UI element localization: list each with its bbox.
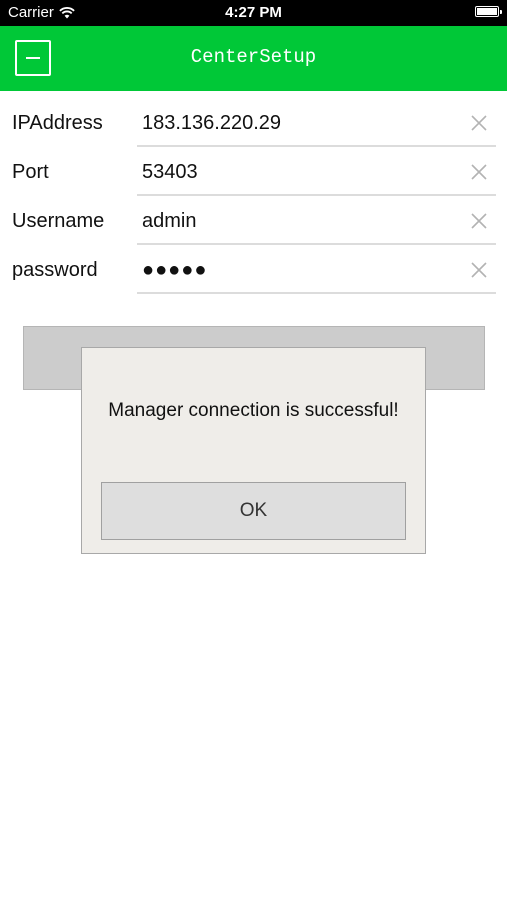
clear-port-icon[interactable] xyxy=(469,162,489,182)
username-label: Username xyxy=(12,210,105,232)
password-input[interactable] xyxy=(137,253,467,287)
status-right xyxy=(475,6,502,17)
form-row-port: Port xyxy=(0,149,507,198)
form-row-password: password xyxy=(0,247,507,296)
username-underline xyxy=(137,243,496,245)
ipaddress-underline xyxy=(137,145,496,147)
alert-dialog: Manager connection is successful! OK xyxy=(81,347,426,554)
ipaddress-input[interactable] xyxy=(137,106,467,140)
form-row-ipaddress: IPAddress xyxy=(0,100,507,149)
password-underline xyxy=(137,292,496,294)
password-label: password xyxy=(12,259,98,281)
clear-ipaddress-icon[interactable] xyxy=(469,113,489,133)
page-title: CenterSetup xyxy=(190,46,317,68)
port-underline xyxy=(137,194,496,196)
nav-bar: CenterSetup xyxy=(0,26,507,91)
clear-username-icon[interactable] xyxy=(469,211,489,231)
port-input[interactable] xyxy=(137,155,467,189)
clear-password-icon[interactable] xyxy=(469,260,489,280)
username-input[interactable] xyxy=(137,204,467,238)
form-row-username: Username xyxy=(0,198,507,247)
ipaddress-label: IPAddress xyxy=(12,112,103,134)
status-time: 4:27 PM xyxy=(225,4,282,21)
battery-icon xyxy=(475,6,502,17)
ok-button[interactable]: OK xyxy=(101,482,406,540)
port-label: Port xyxy=(12,161,49,183)
status-bar: Carrier 4:27 PM xyxy=(0,0,507,26)
dialog-message: Manager connection is successful! xyxy=(108,400,399,421)
